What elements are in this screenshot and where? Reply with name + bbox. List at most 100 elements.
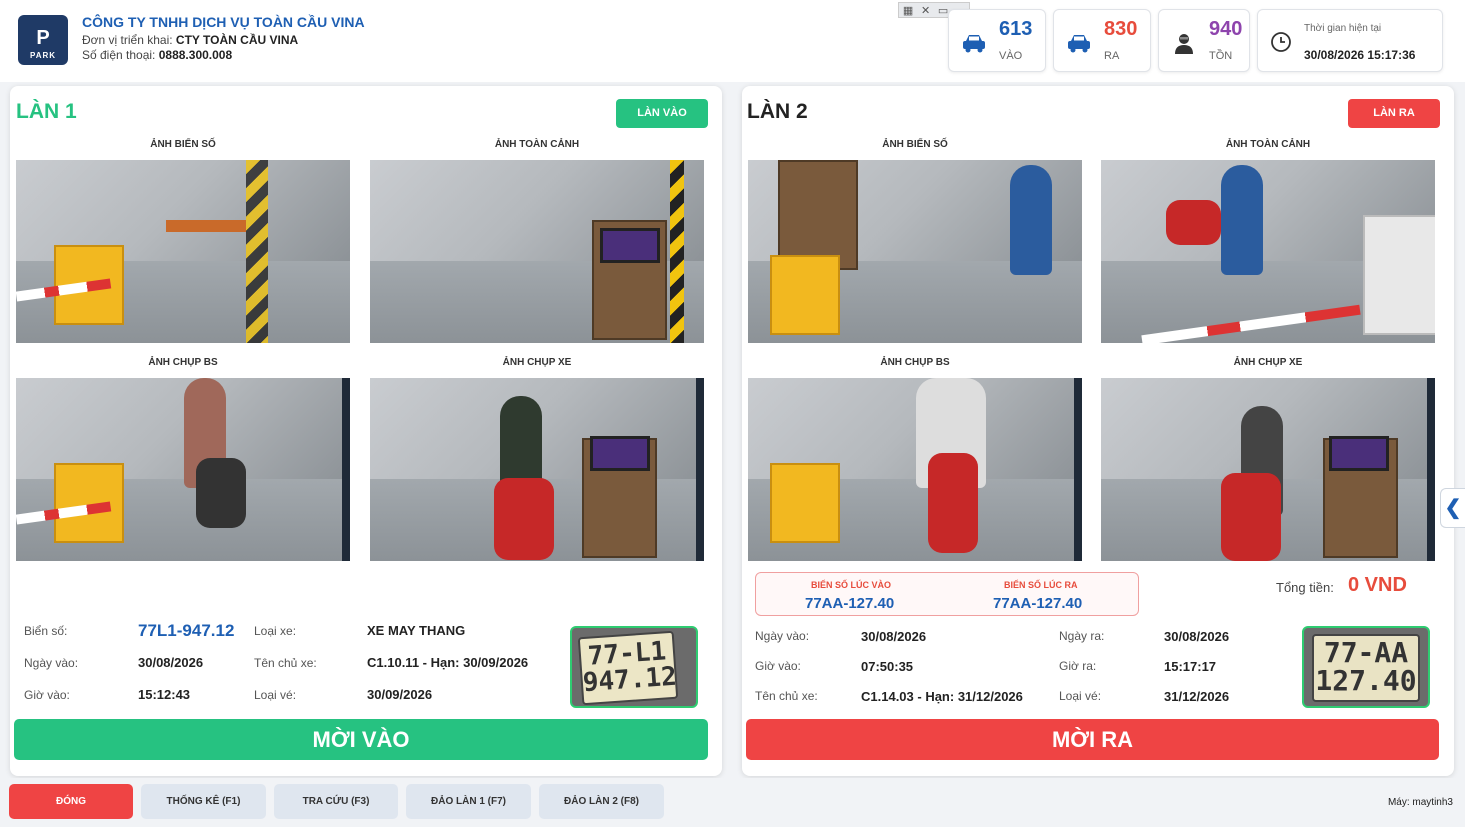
plate-crop-line2: 127.40 [1315,664,1417,697]
logo-text: PARK [29,51,57,60]
lane1-ticket-value: 30/09/2026 [367,687,433,702]
lane1-title: LÀN 1 [16,100,77,123]
lane1-owner-value: C1.10.11 - Hạn: 30/09/2026 [367,655,529,670]
lane1-ticket-label: Loại vé: [254,688,297,702]
clock-time: 30/08/2026 15:17:36 [1304,48,1416,62]
swap-lane2-button[interactable]: ĐẢO LÀN 2 (F8) [539,784,664,819]
cam-motorbike [494,478,554,560]
plate-out-value: 77AA-127.40 [993,595,1083,612]
cam-motorbike [928,453,978,553]
cam-pillar [670,160,684,343]
phone-label: Số điện thoại: [82,48,156,62]
cam-motorbike [1166,200,1221,245]
cam-barrier-box [54,463,124,543]
lane2-owner-label: Tên chủ xe: [755,689,818,703]
fullscreen-icon[interactable]: ✕ [921,4,930,17]
lane1-cam-plate-shot[interactable] [16,378,350,561]
lane1-vehicle-type-value: XE MAY THANG [367,623,466,638]
lane2-cam-label-vehicle-shot: ẢNH CHỤP XE [1233,357,1303,368]
lane2-cam-label-plate-shot: ẢNH CHỤP BS [880,357,950,368]
lane1-cam-plate[interactable] [16,160,350,343]
lane1-cam-label-plate-shot: ẢNH CHỤP BS [148,357,218,368]
cam-pillar [246,160,268,343]
lane1-mode-button[interactable]: LÀN VÀO [616,99,708,128]
plate-out-label: BIỂN SỐ LÚC RA [1004,580,1078,590]
lane2-cam-overview[interactable] [1101,160,1435,343]
lane1-vehicle-type-label: Loại xe: [254,624,297,638]
total-value: 0 VND [1348,574,1407,596]
monitor-icon[interactable]: ▭ [938,4,948,17]
lane2-cam-plate[interactable] [748,160,1082,343]
total-label: Tổng tiền: [1276,580,1334,595]
lane2-owner-value: C1.14.03 - Hạn: 31/12/2026 [861,689,1023,704]
company-name: CÔNG TY TNHH DỊCH VỤ TOÀN CẦU VINA [82,14,365,30]
cam-bump [166,220,246,232]
cam-barrier-box [770,463,840,543]
lane2-plate-crop[interactable]: 77-AA 127.40 [1302,626,1430,708]
unit-line: Đơn vị triển khai: CTY TOÀN CẦU VINA [82,33,365,47]
cam-kiosk [1363,215,1435,335]
cam-edge [1427,378,1435,561]
car-in-icon [963,35,985,53]
cam-kiosk-screen [590,436,650,471]
vao-count: 613 [999,18,1033,40]
cam-edge [342,378,350,561]
lane2-plate-compare: BIỂN SỐ LÚC VÀO 77AA-127.40 BIỂN SỐ LÚC … [755,572,1139,616]
machine-name: Máy: maytinh3 [1387,797,1453,808]
search-button[interactable]: TRA CỨU (F3) [274,784,398,819]
lane2-cam-label-plate: ẢNH BIỂN SỐ [882,139,948,150]
grid-icon[interactable]: ▦ [903,4,913,17]
header: P PARK CÔNG TY TNHH DỊCH VỤ TOÀN CẦU VIN… [0,0,1465,82]
side-collapse-tab[interactable]: ❮ [1440,488,1465,528]
lane1-plate-label: Biển số: [24,624,68,638]
lane2-time-in-label: Giờ vào: [755,659,801,673]
cam-edge [1074,378,1082,561]
lane1-date-in-value: 30/08/2026 [138,655,204,670]
clock-box: Thời gian hiện tại 30/08/2026 15:17:36 [1257,9,1443,72]
stat-ra: 830 RA [1053,9,1151,72]
stat-ton: 940 TỒN [1158,9,1250,72]
statistics-button[interactable]: THỐNG KÊ (F1) [141,784,266,819]
company-info: CÔNG TY TNHH DỊCH VỤ TOÀN CẦU VINA Đơn v… [82,14,365,62]
lane2-cam-vehicle-shot[interactable] [1101,378,1435,561]
lane2-allow-out-button[interactable]: MỜI RA [746,719,1439,760]
vao-label: VÀO [999,50,1023,62]
lane2-cam-plate-shot[interactable] [748,378,1082,561]
person-icon [1175,34,1193,54]
lane1-cam-overview[interactable] [370,160,704,343]
footer: ĐÓNG THỐNG KÊ (F1) TRA CỨU (F3) ĐẢO LÀN … [0,778,1465,827]
plate-in-value: 77AA-127.40 [805,595,895,612]
lane1-panel: LÀN 1 LÀN VÀO ẢNH BIỂN SỐ ẢNH TOÀN CẢNH … [10,86,722,776]
plate-crop-image: 77-L1 947.12 [577,630,679,706]
lane1-plate-value: 77L1-947.12 [138,621,235,640]
lane2-time-out-label: Giờ ra: [1059,659,1097,673]
cam-motorbike [1221,473,1281,561]
lane2-date-out-value: 30/08/2026 [1164,629,1230,644]
ra-label: RA [1104,50,1120,62]
lane1-owner-label: Tên chủ xe: [254,656,317,670]
lane1-cam-label-overview: ẢNH TOÀN CẢNH [494,139,580,150]
lane1-plate-crop[interactable]: 77-L1 947.12 [570,626,698,708]
phone-line: Số điện thoại: 0888.300.008 [82,48,365,62]
plate-in-label: BIỂN SỐ LÚC VÀO [811,580,892,590]
lane2-cam-label-overview: ẢNH TOÀN CẢNH [1225,139,1311,150]
swap-lane1-button[interactable]: ĐẢO LÀN 1 (F7) [406,784,531,819]
chevron-left-icon: ❮ [1444,497,1462,519]
lane2-date-in-label: Ngày vào: [755,629,810,643]
clock-label: Thời gian hiện tại [1304,23,1382,34]
lane1-time-in-value: 15:12:43 [138,687,191,702]
close-button[interactable]: ĐÓNG [9,784,133,819]
lane2-time-in-value: 07:50:35 [861,659,914,674]
lane1-allow-in-button[interactable]: MỜI VÀO [14,719,708,760]
cam-edge [696,378,704,561]
cam-kiosk [778,160,858,270]
lane1-cam-label-vehicle-shot: ẢNH CHỤP XE [502,357,572,368]
logo-letter: P [36,27,50,49]
unit-value: CTY TOÀN CẦU VINA [175,33,299,47]
lane1-cam-vehicle-shot[interactable] [370,378,704,561]
car-out-icon [1068,35,1090,53]
unit-label: Đơn vị triển khai: [82,33,173,47]
lane2-mode-button[interactable]: LÀN RA [1348,99,1440,128]
stat-vao: 613 VÀO [948,9,1046,72]
cam-kiosk-screen [600,228,660,263]
